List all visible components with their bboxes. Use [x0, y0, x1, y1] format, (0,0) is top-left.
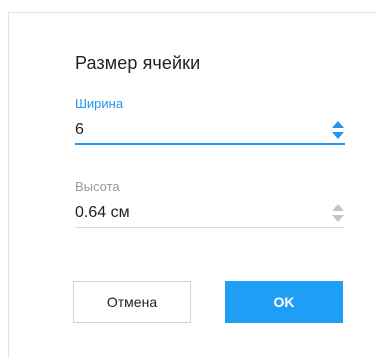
- height-value[interactable]: 0.64 см: [75, 204, 130, 222]
- cell-size-dialog: Размер ячейки Ширина 6 Высота 0.64 см От…: [8, 12, 376, 358]
- height-label: Высота: [75, 179, 120, 194]
- width-label: Ширина: [75, 96, 124, 111]
- width-underline: [75, 143, 345, 145]
- height-increment-icon[interactable]: [332, 204, 344, 211]
- height-input[interactable]: 0.64 см: [75, 198, 345, 228]
- height-field: Высота 0.64 см: [75, 179, 345, 228]
- width-field: Ширина 6: [75, 96, 345, 145]
- width-input[interactable]: 6: [75, 115, 345, 145]
- height-spinner: [331, 202, 345, 224]
- height-decrement-icon[interactable]: [332, 215, 344, 222]
- width-increment-icon[interactable]: [332, 121, 344, 128]
- width-spinner: [331, 119, 345, 141]
- height-underline: [75, 227, 345, 228]
- dialog-title: Размер ячейки: [75, 53, 201, 73]
- cancel-button[interactable]: Отмена: [73, 281, 191, 323]
- width-decrement-icon[interactable]: [332, 132, 344, 139]
- ok-button[interactable]: OK: [225, 281, 343, 323]
- width-value[interactable]: 6: [75, 121, 84, 139]
